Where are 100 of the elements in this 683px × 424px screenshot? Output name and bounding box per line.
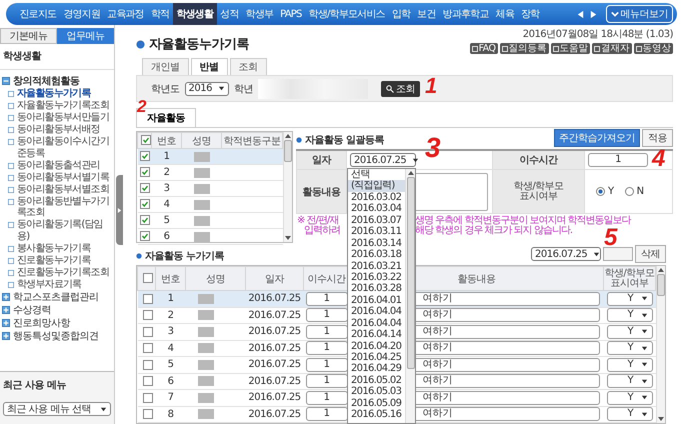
- date-dropdown[interactable]: 2016.07.25: [350, 153, 416, 167]
- tree-item[interactable]: 자율활동누가기록: [17, 88, 91, 100]
- view-tab[interactable]: 조회: [230, 58, 266, 76]
- select-all-checkbox[interactable]: [140, 135, 150, 146]
- display-dropdown[interactable]: Y: [606, 292, 652, 306]
- menu-item[interactable]: 보건: [414, 3, 440, 25]
- display-dropdown[interactable]: Y: [606, 407, 652, 422]
- previous-arrow-icon[interactable]: [576, 10, 584, 18]
- menu-item[interactable]: 학생생활: [172, 3, 217, 25]
- help-button[interactable]: FAQ: [470, 43, 498, 54]
- row-checkbox[interactable]: [142, 360, 152, 370]
- scrollbar-thumb[interactable]: [657, 274, 665, 296]
- expand-icon[interactable]: [2, 293, 10, 301]
- hours-input[interactable]: 1: [306, 358, 348, 372]
- scroll-down-icon[interactable]: [285, 235, 291, 241]
- display-dropdown[interactable]: Y: [606, 358, 652, 372]
- year-dropdown[interactable]: 2016: [184, 82, 229, 96]
- date-filter-dropdown[interactable]: 2016.07.25: [531, 247, 601, 261]
- help-button[interactable]: 질의등록: [500, 43, 548, 54]
- more-menu-button[interactable]: 메뉴더보기: [606, 5, 673, 23]
- dropdown-option[interactable]: 2016.03.14: [348, 238, 405, 250]
- radio-button[interactable]: [624, 187, 634, 196]
- hours-input[interactable]: 1: [306, 390, 348, 405]
- row-checkbox[interactable]: [142, 409, 152, 420]
- tree-item[interactable]: 학생부자료기록: [17, 278, 82, 290]
- row-checkbox[interactable]: [140, 151, 150, 162]
- menu-item[interactable]: 장학: [518, 3, 543, 25]
- scrollbar-thumb[interactable]: [284, 140, 292, 162]
- tree-item[interactable]: 동아리활동부서만들기: [17, 112, 110, 124]
- recent-menu-dropdown[interactable]: 최근 사용 메뉴 선택: [3, 402, 111, 416]
- dropdown-option[interactable]: 선택: [348, 169, 405, 180]
- radio-button[interactable]: [596, 187, 605, 196]
- tree-item[interactable]: 자율활동누가기록조회: [17, 100, 110, 112]
- tree-item[interactable]: 동아리활동부서배정: [17, 124, 100, 136]
- dropdown-option[interactable]: 2016.03.04: [348, 203, 405, 215]
- tree-item[interactable]: 봉사활동누가기록: [17, 242, 91, 254]
- next-arrow-icon[interactable]: [588, 10, 598, 18]
- tree-item[interactable]: 동아리활동이수시간기준등록: [17, 136, 114, 159]
- scrollbar[interactable]: [656, 266, 665, 423]
- dropdown-option[interactable]: 2016.04.20: [348, 340, 405, 352]
- dropdown-option[interactable]: 2016.05.02: [348, 374, 405, 386]
- hours-input[interactable]: 1: [306, 341, 348, 356]
- tree-item[interactable]: 창의적체험활동: [13, 74, 80, 88]
- sidebar-tab[interactable]: 업무메뉴: [57, 28, 114, 44]
- menu-item[interactable]: 체육: [492, 3, 518, 25]
- menu-item[interactable]: 교육과정: [104, 3, 148, 25]
- expand-icon[interactable]: [2, 332, 10, 340]
- select-all-checkbox[interactable]: [142, 273, 152, 284]
- scroll-down-icon[interactable]: [658, 416, 664, 422]
- menu-item[interactable]: 학생부: [242, 3, 277, 25]
- menu-item[interactable]: 성적: [216, 3, 242, 25]
- dropdown-option[interactable]: 2016.03.18: [348, 249, 405, 260]
- menu-item[interactable]: 경영지원: [60, 3, 104, 25]
- tree-item[interactable]: 수상경력: [13, 303, 51, 317]
- tree-item[interactable]: 진로활동누가기록조회: [17, 266, 110, 278]
- tree-item[interactable]: 동아리활동기록(담임용): [17, 219, 114, 242]
- scrollbar-thumb[interactable]: [406, 177, 414, 369]
- dropdown-option[interactable]: (직접입력): [348, 180, 405, 192]
- sidebar-toggle-handle[interactable]: [116, 175, 123, 245]
- display-dropdown[interactable]: Y: [606, 308, 652, 322]
- search-button[interactable]: 조회: [380, 80, 420, 97]
- dropdown-option[interactable]: 2016.03.11: [348, 226, 405, 238]
- dropdown-option[interactable]: 2016.04.14: [348, 329, 405, 341]
- hours-input[interactable]: 1: [306, 374, 348, 388]
- menu-item[interactable]: 입학: [388, 3, 414, 25]
- hours-input[interactable]: 1: [306, 308, 348, 322]
- row-checkbox[interactable]: [140, 231, 150, 242]
- menu-item[interactable]: 진로지도: [16, 3, 60, 25]
- dropdown-option[interactable]: 2016.04.29: [348, 363, 405, 375]
- tree-item[interactable]: 행동특성및종합의견: [13, 329, 98, 343]
- dropdown-option[interactable]: 2016.05.16: [348, 409, 405, 421]
- row-checkbox[interactable]: [142, 310, 152, 320]
- row-checkbox[interactable]: [142, 326, 152, 337]
- dropdown-option[interactable]: 2016.03.07: [348, 214, 405, 226]
- row-checkbox[interactable]: [142, 376, 152, 386]
- hours-input[interactable]: 1: [588, 153, 648, 167]
- row-checkbox[interactable]: [142, 392, 152, 403]
- hours-input[interactable]: 1: [306, 407, 348, 422]
- row-checkbox[interactable]: [140, 183, 150, 194]
- tree-item[interactable]: 동아리활동출석관리: [17, 160, 100, 171]
- row-checkbox[interactable]: [142, 294, 152, 304]
- tree-item[interactable]: 동아리활동부서별기록: [17, 172, 110, 183]
- row-checkbox[interactable]: [140, 167, 150, 178]
- expand-icon[interactable]: [2, 319, 10, 327]
- dropdown-option[interactable]: 2016.04.04: [348, 306, 405, 318]
- menu-item[interactable]: 방과후학교: [439, 3, 492, 25]
- display-dropdown[interactable]: Y: [606, 341, 652, 356]
- menu-item[interactable]: 학적: [147, 3, 173, 25]
- help-button[interactable]: 동영상: [634, 43, 673, 54]
- tree-item[interactable]: 동아리활동반별누가기록조회: [17, 196, 114, 218]
- row-checkbox[interactable]: [140, 215, 150, 226]
- dropdown-option[interactable]: 2016.04.01: [348, 294, 405, 306]
- display-dropdown[interactable]: Y: [606, 374, 652, 388]
- view-tab[interactable]: 개인별: [142, 58, 188, 76]
- help-button[interactable]: 도움말: [550, 43, 590, 54]
- menu-item[interactable]: PAPS: [276, 3, 306, 25]
- expand-icon[interactable]: [2, 306, 10, 314]
- row-checkbox[interactable]: [142, 343, 152, 354]
- tree-item[interactable]: 학교스포츠클럽관리: [13, 290, 98, 304]
- tree-item[interactable]: 진로활동누가기록: [17, 254, 91, 266]
